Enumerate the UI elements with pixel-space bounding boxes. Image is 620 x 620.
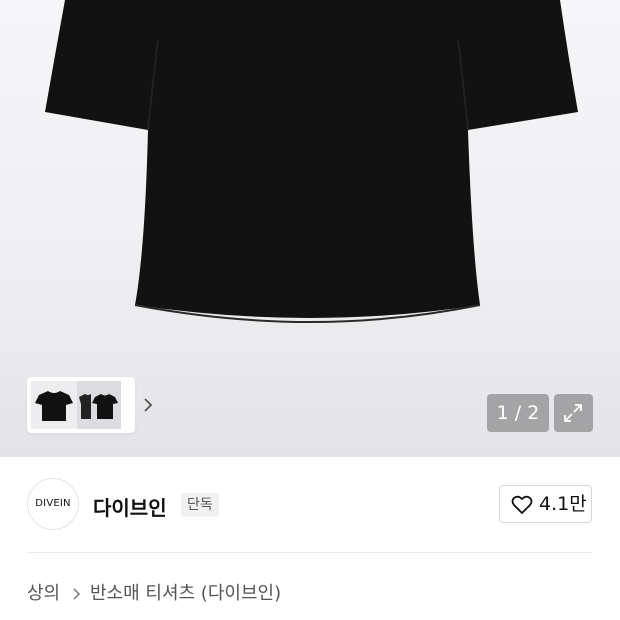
tshirt-thumbnail-icon xyxy=(35,391,73,421)
chevron-right-icon[interactable] xyxy=(141,395,155,415)
brand-logo[interactable]: DIVEIN xyxy=(27,478,79,530)
heart-icon xyxy=(511,495,533,515)
exclusive-badge: 단독 xyxy=(181,493,219,517)
expand-button[interactable] xyxy=(554,394,593,432)
like-button[interactable]: 4.1만 xyxy=(499,485,592,523)
thumbnail-strip[interactable] xyxy=(27,377,153,433)
brand-row: DIVEIN 다이브인 단독 4.1만 xyxy=(0,457,620,552)
thumbnail-1[interactable] xyxy=(31,381,77,429)
product-image-gallery[interactable]: 1 / 2 xyxy=(0,0,620,457)
brand-name[interactable]: 다이브인 xyxy=(93,492,167,521)
breadcrumb-item-subcategory[interactable]: 반소매 티셔츠 (다이브인) xyxy=(90,580,281,608)
breadcrumb-item-category[interactable]: 상의 xyxy=(27,580,60,608)
chevron-right-icon xyxy=(73,588,81,600)
divider xyxy=(27,552,593,553)
thumbnail-2[interactable] xyxy=(77,381,121,429)
expand-icon xyxy=(564,404,582,422)
tshirt-thumbnail-icon xyxy=(79,394,118,419)
like-count: 4.1만 xyxy=(539,493,587,515)
image-pager: 1 / 2 xyxy=(487,394,549,432)
